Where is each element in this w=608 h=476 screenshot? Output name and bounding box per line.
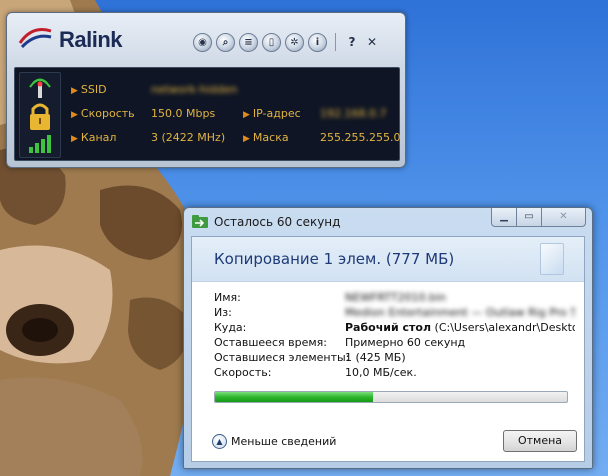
items-left-value: 1 (425 МБ) [345, 351, 406, 364]
fewer-details-label: Меньше сведений [231, 435, 337, 448]
copy-header-text: Копирование 1 элем. (777 МБ) [214, 250, 455, 268]
search-icon[interactable]: ⌕ [216, 33, 235, 52]
page-icon[interactable]: ▯ [262, 33, 281, 52]
from-value[interactable]: Medion Entertainment — Outlaw Rig Pro 5.… [345, 306, 575, 319]
ssid-value: network-hidden [151, 83, 238, 96]
ip-label: ▶ IP-адрес [243, 107, 301, 120]
to-path: (C:\Users\alexandr\Desktop [434, 321, 575, 334]
close-button[interactable]: ✕ [542, 208, 586, 227]
help-button[interactable]: ? [344, 33, 360, 52]
copy-progress-dialog: Осталось 60 секунд ▁ ▭ ✕ Копирование 1 э… [183, 207, 593, 469]
ssid-label: ▶ SSID [71, 83, 107, 96]
to-value[interactable]: Рабочий стол (C:\Users\alexandr\Desktop [345, 321, 575, 334]
cancel-button[interactable]: Отмена [503, 430, 577, 452]
mask-value: 255.255.255.0 [320, 131, 401, 144]
time-left-label: Оставшееся время: [214, 336, 327, 349]
from-label: Из: [214, 306, 232, 319]
time-left-value: Примерно 60 секунд [345, 336, 466, 349]
mask-label: ▶ Маска [243, 131, 289, 144]
close-icon: ✕ [559, 211, 568, 222]
gear-icon[interactable]: ✲ [285, 33, 304, 52]
copy-header: Копирование 1 элем. (777 МБ) [192, 237, 584, 282]
chevron-up-icon: ▲ [212, 434, 227, 449]
progress-fill [215, 392, 374, 402]
to-folder-name: Рабочий стол [345, 321, 432, 334]
ralink-utility-window: Ralink ◉ ⌕ ≡ ▯ ✲ i ? ✕ ▶ SSID network-hi… [6, 12, 406, 168]
to-label: Куда: [214, 321, 247, 334]
dialog-title: Осталось 60 секунд [214, 215, 341, 229]
name-label: Имя: [214, 291, 241, 304]
maximize-icon: ▭ [524, 211, 534, 222]
maximize-button[interactable]: ▭ [517, 208, 542, 227]
info-icon[interactable]: i [308, 33, 327, 52]
items-left-label: Оставшиеся элементы: [214, 351, 350, 364]
close-button[interactable]: ✕ [364, 33, 380, 52]
channel-value: 3 (2422 MHz) [151, 131, 226, 144]
channel-label: ▶ Канал [71, 131, 117, 144]
speed-label: ▶ Скорость [71, 107, 135, 120]
copy-folder-icon [192, 215, 208, 228]
copy-progress-bar [214, 391, 568, 403]
ip-value: 192.168.0.7 [320, 107, 387, 120]
document-icon [540, 243, 564, 275]
minimize-button[interactable]: ▁ [491, 208, 517, 227]
dialog-body: Копирование 1 элем. (777 МБ) Имя: NEWFRT… [191, 236, 585, 462]
status-indicators [19, 72, 61, 158]
dialog-titlebar[interactable]: Осталось 60 секунд ▁ ▭ ✕ [184, 208, 592, 236]
ralink-status-panel: ▶ SSID network-hidden ▶ Скорость 150.0 Mbp… [14, 67, 400, 161]
toolbar-divider [335, 33, 336, 51]
antenna-icon [29, 78, 51, 98]
speed-label: Скорость: [214, 366, 272, 379]
rss-icon[interactable]: ◉ [193, 33, 212, 52]
speed-value: 10,0 МБ/сек. [345, 366, 417, 379]
fewer-details-toggle[interactable]: ▲ Меньше сведений [212, 434, 336, 449]
speed-value: 150.0 Mbps [151, 107, 216, 120]
ralink-toolbar: ◉ ⌕ ≡ ▯ ✲ i ? ✕ [193, 33, 380, 52]
signal-strength-icon [29, 135, 51, 153]
minimize-icon: ▁ [500, 211, 508, 222]
caption-buttons: ▁ ▭ ✕ [491, 208, 586, 227]
list-icon[interactable]: ≡ [239, 33, 258, 52]
name-value: NEWFRTT2010.bin [345, 291, 446, 304]
lock-icon [30, 103, 50, 130]
ralink-logo-text: Ralink [59, 27, 123, 52]
